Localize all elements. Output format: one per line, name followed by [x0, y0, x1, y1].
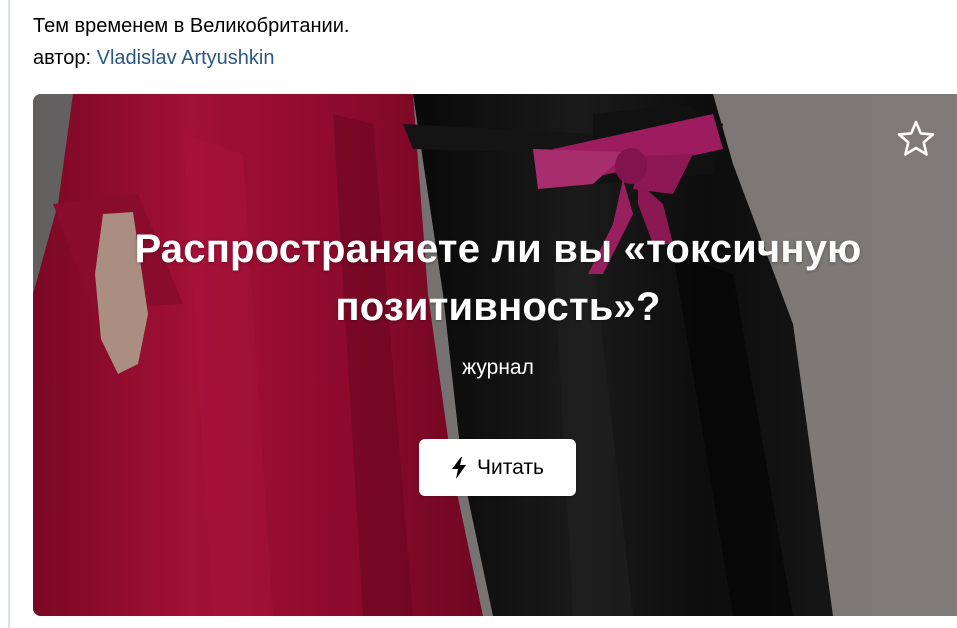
star-icon[interactable]: [895, 118, 937, 160]
article-title[interactable]: Распространяете ли вы «токсичную позитив…: [33, 220, 957, 336]
lightning-icon: [452, 456, 467, 479]
author-prefix: автор:: [33, 47, 97, 69]
read-button-label: Читать: [477, 455, 544, 479]
article-card[interactable]: Распространяете ли вы «токсичную позитив…: [33, 94, 957, 616]
page: Тем временем в Великобритании. автор: Vl…: [0, 0, 957, 628]
wall-post-divider: [8, 0, 10, 628]
post-text: Тем временем в Великобритании.: [33, 15, 350, 37]
read-button[interactable]: Читать: [419, 439, 576, 496]
author-link[interactable]: Vladislav Artyushkin: [97, 47, 275, 69]
article-source: журнал: [462, 356, 534, 379]
post-author: автор: Vladislav Artyushkin: [33, 44, 274, 72]
